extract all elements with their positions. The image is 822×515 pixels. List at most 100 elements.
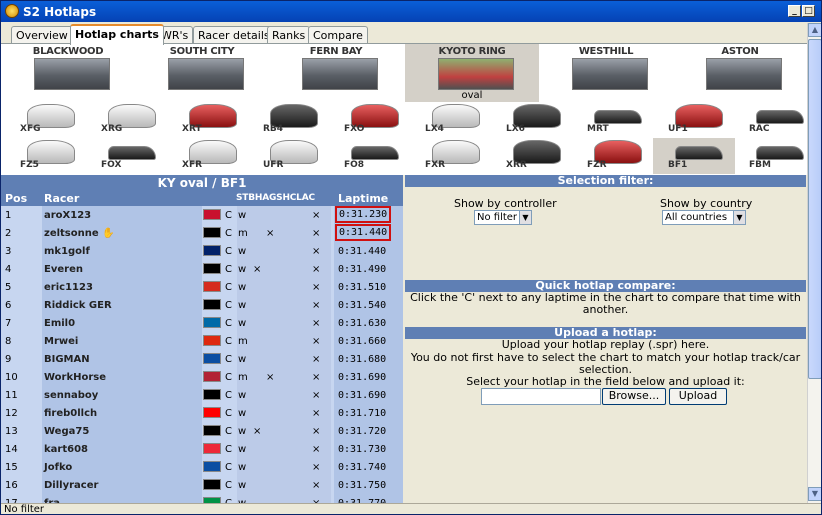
racer-name[interactable]: WorkHorse — [44, 372, 106, 383]
compare-link[interactable]: C — [225, 282, 232, 293]
car-lx6[interactable]: LX6 — [491, 102, 573, 138]
racer-name[interactable]: Dillyracer — [44, 480, 98, 491]
car-xrt[interactable]: XRT — [167, 102, 249, 138]
tab-compare[interactable]: Compare — [308, 26, 368, 44]
racer-name[interactable]: Emil0 — [44, 318, 75, 329]
scroll-down-icon[interactable]: ▼ — [808, 487, 821, 501]
header-laptime[interactable]: Laptime — [338, 192, 388, 205]
car-rac[interactable]: RAC — [734, 102, 807, 138]
vertical-scrollbar[interactable]: ▲ ▼ — [807, 23, 821, 503]
compare-link[interactable]: C — [225, 462, 232, 473]
compare-link[interactable]: C — [225, 264, 232, 275]
maximize-icon[interactable]: □ — [802, 5, 815, 17]
compare-link[interactable]: C — [225, 354, 232, 365]
hotlap-chart: KY oval / BF1 Pos Racer STBHAGSHCLAC Lap… — [1, 175, 403, 503]
laptime-cell[interactable]: 0:31.720 — [338, 426, 386, 437]
car-fox[interactable]: FOX — [86, 138, 168, 174]
car-bf1[interactable]: BF1 — [653, 138, 735, 174]
browse-button[interactable]: Browse... — [602, 388, 666, 405]
laptime-cell[interactable]: 0:31.540 — [338, 300, 386, 311]
track-aston[interactable]: ASTON — [673, 44, 807, 102]
car-xrr[interactable]: XRR — [491, 138, 573, 174]
country-flag-icon — [203, 425, 221, 436]
laptime-cell[interactable]: 0:31.680 — [338, 354, 386, 365]
track-westhill[interactable]: WESTHILL — [539, 44, 673, 102]
racer-name[interactable]: aroX123 — [44, 210, 91, 221]
laptime-cell[interactable]: 0:31.710 — [338, 408, 386, 419]
car-xrg[interactable]: XRG — [86, 102, 168, 138]
tab-hotlap-charts[interactable]: Hotlap charts — [70, 24, 164, 45]
main-panel: BLACKWOOD SOUTH CITY FERN BAY KYOTO RING… — [1, 43, 807, 503]
compare-link[interactable]: C — [225, 480, 232, 491]
scroll-up-icon[interactable]: ▲ — [808, 23, 821, 37]
racer-name[interactable]: Jofko — [44, 462, 72, 473]
compare-link[interactable]: C — [225, 210, 232, 221]
car-fxo[interactable]: FXO — [329, 102, 411, 138]
laptime-cell[interactable]: 0:31.690 — [338, 390, 386, 401]
racer-name[interactable]: Mrwei — [44, 336, 78, 347]
tab-overview[interactable]: Overview — [11, 26, 73, 44]
laptime-cell[interactable]: 0:31.730 — [338, 444, 386, 455]
racer-name[interactable]: BIGMAN — [44, 354, 90, 365]
country-flag-icon — [203, 443, 221, 454]
car-fo8[interactable]: FO8 — [329, 138, 411, 174]
laptime-cell[interactable]: 0:31.630 — [338, 318, 386, 329]
compare-link[interactable]: C — [225, 228, 232, 239]
laptime-cell[interactable]: 0:31.230 — [334, 206, 392, 223]
track-south-city[interactable]: SOUTH CITY — [135, 44, 269, 102]
track-kyoto-ring[interactable]: KYOTO RING oval — [405, 44, 539, 102]
compare-link[interactable]: C — [225, 408, 232, 419]
racer-name[interactable]: mk1golf — [44, 246, 90, 257]
car-lx4[interactable]: LX4 — [410, 102, 492, 138]
racer-name[interactable]: zeltsonne ✋ — [44, 228, 115, 239]
car-xfg[interactable]: XFG — [5, 102, 87, 138]
car-fz5[interactable]: FZ5 — [5, 138, 87, 174]
compare-link[interactable]: C — [225, 390, 232, 401]
car-fbm[interactable]: FBM — [734, 138, 807, 174]
tab-racer-details[interactable]: Racer details — [193, 26, 275, 44]
racer-name[interactable]: sennaboy — [44, 390, 98, 401]
track-blackwood[interactable]: BLACKWOOD — [1, 44, 135, 102]
country-filter-select[interactable]: All countries ▼ — [662, 210, 746, 225]
car-uf1[interactable]: UF1 — [653, 102, 735, 138]
racer-name[interactable]: Riddick GER — [44, 300, 112, 311]
racer-name[interactable]: kart608 — [44, 444, 88, 455]
laptime-cell[interactable]: 0:31.440 — [338, 246, 386, 257]
laptime-cell[interactable]: 0:31.660 — [338, 336, 386, 347]
hotlap-file-input[interactable] — [481, 388, 601, 405]
controller-cell: w — [238, 246, 247, 257]
car-fxr[interactable]: FXR — [410, 138, 492, 174]
laptime-cell[interactable]: 0:31.510 — [338, 282, 386, 293]
tab-ranks[interactable]: Ranks — [267, 26, 311, 44]
header-pos[interactable]: Pos — [5, 192, 27, 205]
racer-name[interactable]: Everen — [44, 264, 83, 275]
header-racer[interactable]: Racer — [44, 192, 79, 205]
compare-link[interactable]: C — [225, 444, 232, 455]
racer-name[interactable]: fireb0llch — [44, 408, 97, 419]
upload-button[interactable]: Upload — [669, 388, 727, 405]
compare-link[interactable]: C — [225, 426, 232, 437]
laptime-cell[interactable]: 0:31.740 — [338, 462, 386, 473]
minimize-icon[interactable]: _ — [788, 5, 801, 17]
track-config-label[interactable]: oval — [405, 90, 539, 101]
car-rb4[interactable]: RB4 — [248, 102, 330, 138]
controller-filter-select[interactable]: No filter ▼ — [474, 210, 532, 225]
laptime-cell[interactable]: 0:31.690 — [338, 372, 386, 383]
laptime-cell[interactable]: 0:31.750 — [338, 480, 386, 491]
car-xfr[interactable]: XFR — [167, 138, 249, 174]
car-ufr[interactable]: UFR — [248, 138, 330, 174]
compare-link[interactable]: C — [225, 300, 232, 311]
scroll-thumb[interactable] — [808, 39, 821, 379]
racer-name[interactable]: eric1123 — [44, 282, 93, 293]
laptime-cell[interactable]: 0:31.440 — [334, 224, 392, 241]
car-mrt[interactable]: MRT — [572, 102, 654, 138]
compare-link[interactable]: C — [225, 336, 232, 347]
compare-link[interactable]: C — [225, 318, 232, 329]
racer-name[interactable]: Wega75 — [44, 426, 89, 437]
car-fzr[interactable]: FZR — [572, 138, 654, 174]
compare-link[interactable]: C — [225, 372, 232, 383]
car-image — [675, 146, 723, 160]
compare-link[interactable]: C — [225, 246, 232, 257]
track-fern-bay[interactable]: FERN BAY — [269, 44, 403, 102]
laptime-cell[interactable]: 0:31.490 — [338, 264, 386, 275]
